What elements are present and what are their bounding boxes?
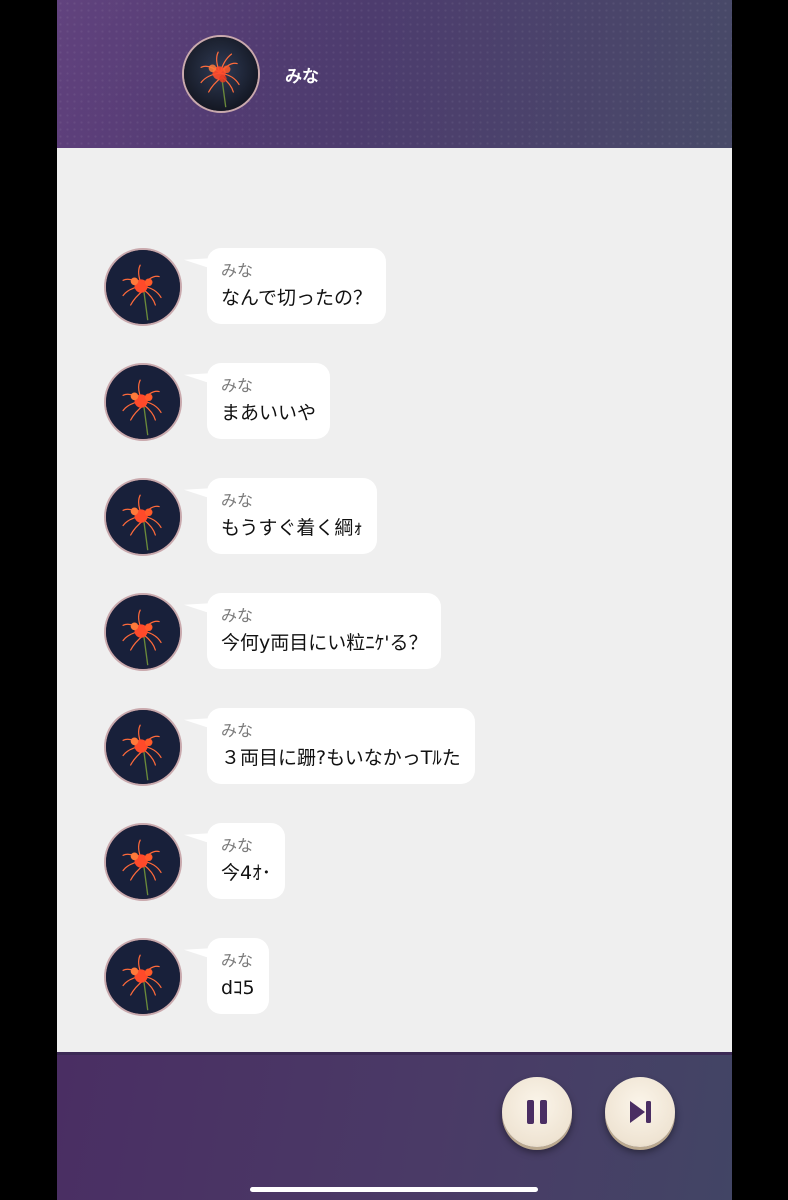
message-text: dｺ5 (221, 977, 255, 999)
pause-button[interactable] (502, 1077, 572, 1147)
message-row: みな なんで切ったの？ (104, 248, 664, 338)
spider-lily-avatar-icon[interactable] (104, 478, 182, 556)
message-text: 今4ｵ･ (221, 862, 272, 884)
spider-lily-avatar-icon[interactable] (104, 363, 182, 441)
sender-name: みな (221, 376, 254, 395)
sender-name: みな (221, 491, 254, 510)
sender-name: みな (221, 951, 254, 970)
spider-lily-avatar-icon[interactable] (104, 823, 182, 901)
sender-name: みな (221, 606, 254, 625)
message-bubble[interactable]: みな まあいいや (207, 363, 331, 439)
sender-name: みな (221, 721, 254, 740)
message-text: まあいいや (221, 402, 317, 424)
message-row: みな もうすぐ着く綱ｫ (104, 478, 664, 568)
message-bubble[interactable]: みな もうすぐ着く綱ｫ (207, 478, 377, 554)
home-indicator[interactable] (250, 1187, 538, 1192)
message-text: ３両目に跚?もいなかっTﾙた (221, 747, 461, 769)
message-text: もうすぐ着く綱ｫ (221, 517, 363, 539)
message-bubble[interactable]: みな なんで切ったの？ (207, 248, 387, 324)
chat-app: みな みな なんで切ったの？ みな まあいいや みな もうすぐ着く綱ｫ みな 今… (57, 0, 732, 1200)
message-row: みな まあいいや (104, 363, 664, 453)
spider-lily-avatar-icon[interactable] (104, 708, 182, 786)
message-bubble[interactable]: みな dｺ5 (207, 938, 269, 1014)
spider-lily-avatar-icon[interactable] (104, 248, 182, 326)
message-bubble[interactable]: みな ３両目に跚?もいなかっTﾙた (207, 708, 475, 784)
skip-forward-button[interactable] (605, 1077, 675, 1147)
contact-name: みな (285, 67, 319, 87)
message-bubble[interactable]: みな 今何y両目にい粒ﾆｹ'る？ (207, 593, 442, 669)
message-row: みな 今何y両目にい粒ﾆｹ'る？ (104, 593, 664, 683)
message-bubble[interactable]: みな 今4ｵ･ (207, 823, 286, 899)
sender-name: みな (221, 836, 254, 855)
chat-header: みな (57, 0, 732, 148)
spider-lily-avatar-icon (182, 35, 260, 113)
spider-lily-avatar-icon[interactable] (104, 593, 182, 671)
skip-forward-icon (630, 1101, 651, 1123)
spider-lily-avatar-icon[interactable] (104, 938, 182, 1016)
contact-avatar[interactable] (182, 35, 260, 113)
pause-icon (527, 1100, 547, 1124)
playback-controls-bar (57, 1052, 732, 1200)
message-text: なんで切ったの？ (221, 287, 373, 309)
message-text: 今何y両目にい粒ﾆｹ'る？ (221, 632, 428, 654)
sender-name: みな (221, 261, 254, 280)
message-row: みな ３両目に跚?もいなかっTﾙた (104, 708, 664, 798)
message-row: みな dｺ5 (104, 938, 664, 1028)
message-row: みな 今4ｵ･ (104, 823, 664, 913)
